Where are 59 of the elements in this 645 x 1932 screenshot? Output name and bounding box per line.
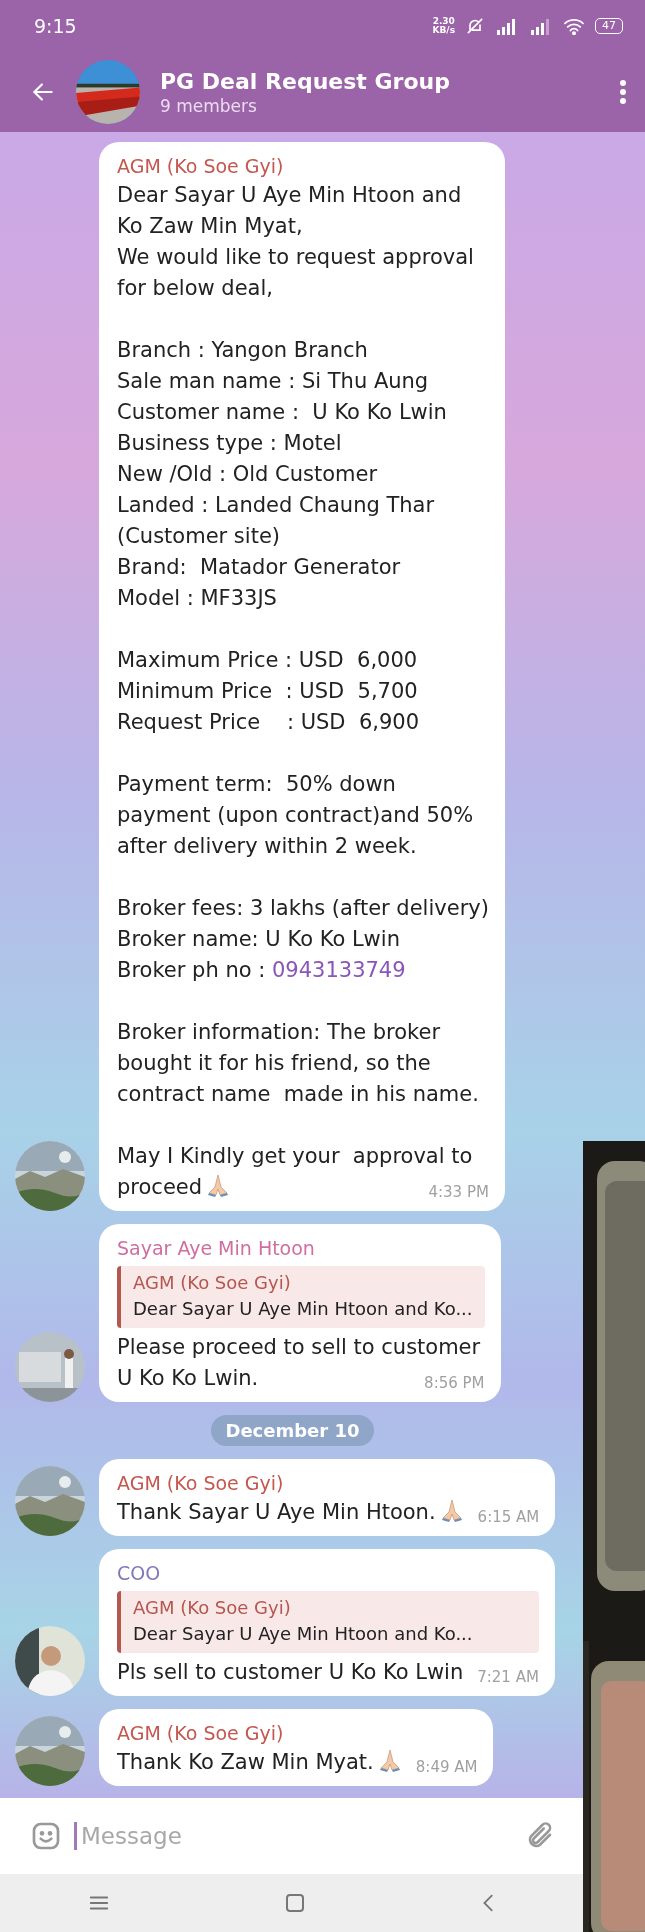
message-text: Maximum Price : USD 6,000 [117,647,419,674]
message-text: Broker fees: 3 lakhs (after delivery) [117,895,489,922]
message-text: Landed : Landed Chaung Thar [117,492,436,519]
reply-quote[interactable]: AGM (Ko Soe Gyi) Dear Sayar U Aye Min Htoon and Ko... [117,1266,485,1328]
message-text: bought it for his friend, so the [117,1050,432,1077]
message-text: Model : MF33JS [117,585,278,612]
date-divider: December 10 [211,1415,374,1446]
clock: 9:15 [34,15,78,37]
message-text: (Customer site) [117,523,281,550]
message-text: Broker ph no : 0943133749 [117,957,407,984]
sender-name: AGM (Ko Soe Gyi) [117,1471,285,1496]
message-text: Minimum Price : USD 5,700 [117,678,419,705]
message-time: 4:33 PM [428,1182,489,1203]
sender-name: COO [117,1561,162,1586]
message-text: Thank Ko Zaw Min Myat. [117,1747,402,1778]
phone-link[interactable]: 0943133749 [271,958,406,982]
message-text: We would like to request approval [117,244,475,271]
message-text: New /Old : Old Customer [117,461,379,488]
battery-indicator: 47 [595,18,623,34]
message-text: Business type : Motel [117,430,343,457]
message-text: for below deal, [117,275,274,302]
message-text: contract name made in his name. [117,1081,480,1108]
message-time: 6:15 AM [477,1507,540,1528]
member-count: 9 members [160,95,258,116]
message-time: 8:49 AM [415,1757,478,1778]
muted-bell-icon [465,16,485,36]
message-text: after delivery within 2 week. [117,833,418,860]
message-text: proceed [117,1172,231,1203]
message-text: Brand: Matador Generator [117,554,402,581]
message-text: U Ko Ko Lwin. [117,1365,259,1392]
reply-text: Dear Sayar U Aye Min Htoon and Ko... [133,1622,474,1646]
message-text: Ko Zaw Min Myat, [117,213,304,240]
reply-quote[interactable]: AGM (Ko Soe Gyi) Dear Sayar U Aye Min Htoon and Ko... [117,1591,539,1653]
sticker-icon [30,1820,62,1852]
message-text: payment (upon contract)and 50% [117,802,475,829]
message-text: Customer name : U Ko Ko Lwin [117,399,448,426]
message-text: Broker name: U Ko Ko Lwin [117,926,401,953]
sender-name: Sayar Aye Min Htoon [117,1236,316,1261]
message-time: 7:21 AM [477,1667,539,1688]
message-text: Please proceed to sell to customer [117,1334,482,1361]
message-text: Thank Sayar U Aye Min Htoon. [117,1497,464,1528]
more-menu-icon [619,79,627,105]
message-text: Broker information: The broker [117,1019,442,1046]
message-text: Request Price : USD 6,900 [117,709,420,736]
sender-name: AGM (Ko Soe Gyi) [117,1721,285,1746]
network-speed: 2.30 KB/s [432,17,455,35]
chat-title: PG Deal Request Group [160,68,451,94]
message-text: May I Kindly get your approval to [117,1143,474,1170]
reply-sender: AGM (Ko Soe Gyi) [133,1271,292,1295]
message-text: Payment term: 50% down [117,771,397,798]
reply-text: Dear Sayar U Aye Min Htoon and Ko... [133,1297,473,1321]
reply-sender: AGM (Ko Soe Gyi) [133,1596,292,1620]
message-time: 8:56 PM [424,1373,485,1394]
message-text: Pls sell to customer U Ko Ko Lwin [117,1659,464,1686]
wifi-icon [563,17,585,35]
message-text: Sale man name : Si Thu Aung [117,368,430,395]
message-text: Branch : Yangon Branch [117,337,369,364]
message-text: Dear Sayar U Aye Min Htoon and [117,182,463,209]
sender-name: AGM (Ko Soe Gyi) [117,154,285,179]
